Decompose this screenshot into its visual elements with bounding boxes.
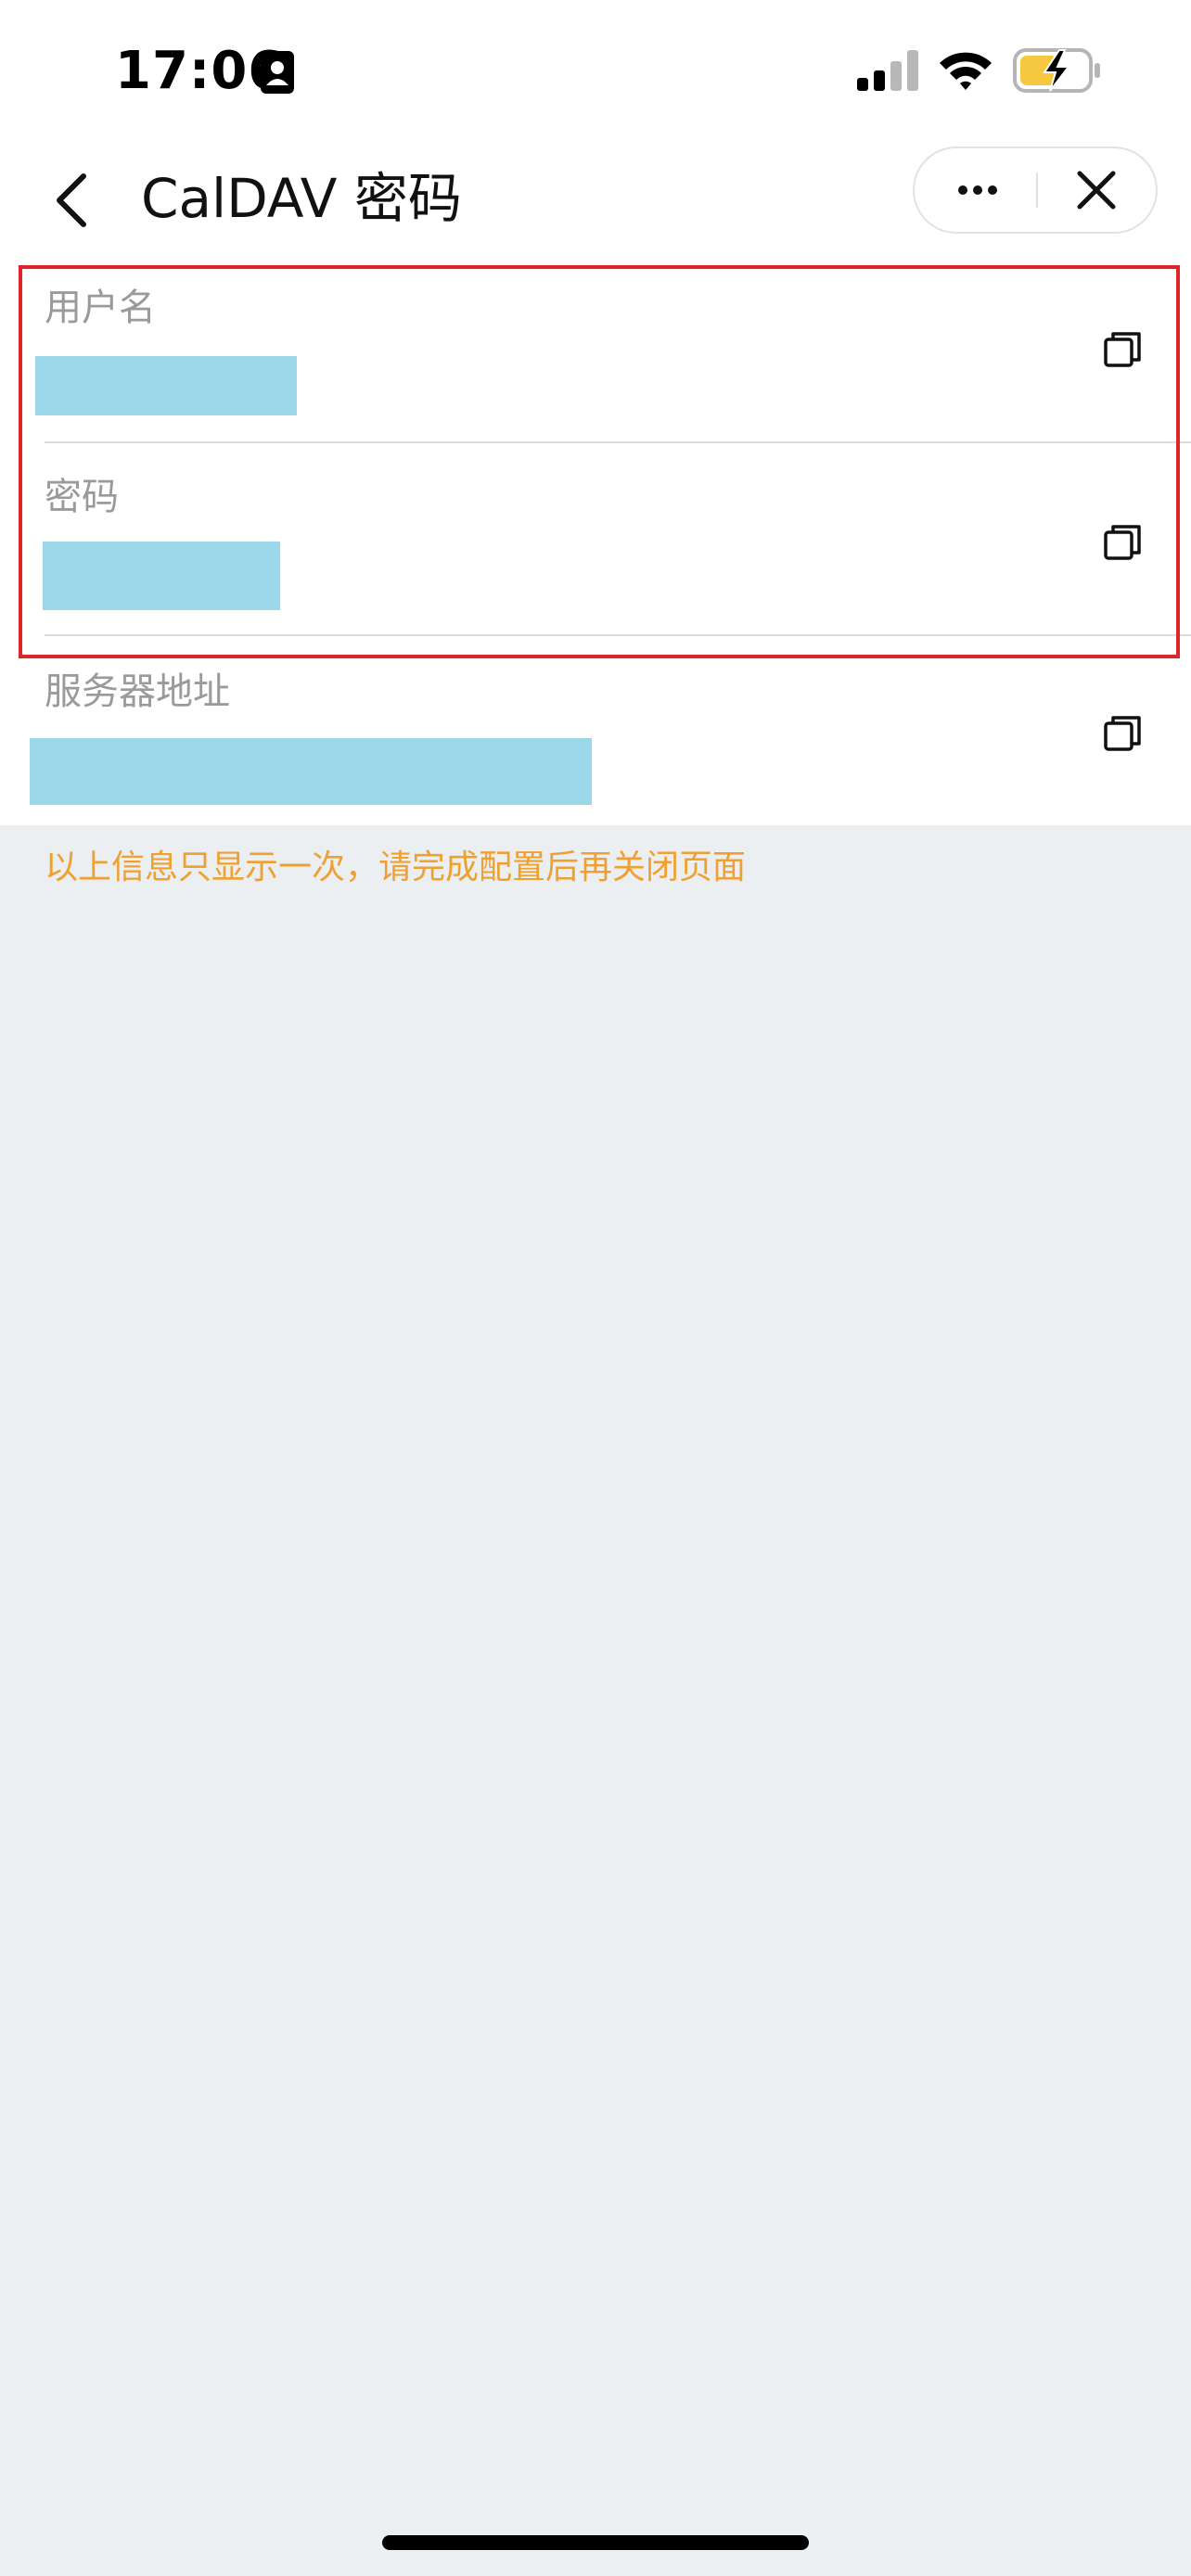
field-username: 用户名 bbox=[0, 260, 1191, 441]
field-label-username: 用户名 bbox=[45, 287, 156, 329]
more-icon[interactable] bbox=[931, 148, 1024, 232]
redacted-username-value bbox=[35, 356, 297, 415]
contact-card-icon bbox=[261, 51, 294, 94]
menu-capsule bbox=[913, 147, 1158, 234]
copy-icon[interactable] bbox=[1100, 519, 1146, 566]
field-password: 密码 bbox=[0, 443, 1191, 634]
status-bar: 17:06 bbox=[0, 0, 1191, 139]
back-icon[interactable] bbox=[48, 163, 95, 237]
copy-icon[interactable] bbox=[1100, 710, 1146, 757]
capsule-divider bbox=[1036, 172, 1038, 208]
copy-icon[interactable] bbox=[1100, 326, 1146, 373]
page-title: CalDAV 密码 bbox=[141, 167, 462, 230]
notice-text: 以上信息只显示一次，请完成配置后再关闭页面 bbox=[45, 848, 747, 886]
nav-bar: CalDAV 密码 bbox=[0, 139, 1191, 260]
home-indicator[interactable] bbox=[382, 2535, 809, 2550]
battery-charging-icon bbox=[1013, 48, 1100, 93]
field-label-server-address: 服务器地址 bbox=[45, 670, 230, 713]
field-label-password: 密码 bbox=[45, 476, 119, 518]
cell-signal-icon bbox=[857, 50, 918, 91]
screen: 17:06 CalDAV 密码 用户名 密码 服务器地址 以上信息只显示一次，请… bbox=[0, 0, 1191, 2576]
wifi-icon bbox=[940, 52, 992, 90]
field-server-address: 服务器地址 bbox=[0, 636, 1191, 825]
close-icon[interactable] bbox=[1050, 148, 1143, 232]
redacted-password-value bbox=[43, 542, 280, 610]
credentials-card: 用户名 密码 服务器地址 bbox=[0, 260, 1191, 825]
redacted-server-address-value bbox=[30, 738, 592, 805]
